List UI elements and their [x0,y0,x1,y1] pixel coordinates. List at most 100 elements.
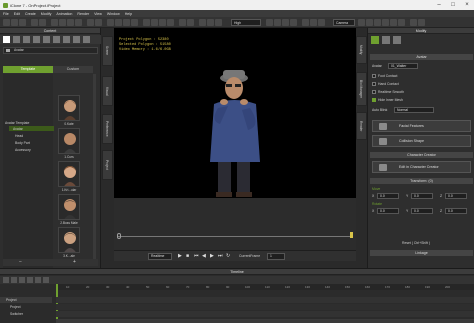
tab-custom[interactable]: Custom [53,66,93,73]
select-icon[interactable] [51,19,58,26]
section-transform[interactable]: Transform: (0) [370,178,473,184]
zoom-icon[interactable] [382,19,389,26]
camera-view-icon[interactable] [358,19,365,26]
project-icon[interactable] [3,36,10,43]
side-tab-project[interactable]: Project [102,150,113,180]
track-lane[interactable] [56,297,474,303]
reset-transform-button[interactable]: Reset ( Ctrl+Shift ) [402,241,430,245]
rotate-z-field[interactable]: 0.0 [445,208,467,214]
menu-view[interactable]: View [94,12,102,16]
redo-icon[interactable] [39,19,46,26]
hand-contact-checkbox[interactable] [372,82,376,86]
track-project-sub[interactable]: Project [0,304,52,310]
menu-modify[interactable]: Modify [41,12,52,16]
avatar-mode-icon[interactable] [371,36,379,44]
stop-icon[interactable]: ■ [186,253,189,259]
first-frame-icon[interactable]: ⏮ [194,253,199,259]
menu-edit[interactable]: Edit [14,12,20,16]
menu-help[interactable]: Help [125,12,132,16]
section-avatar[interactable]: Avatar [370,54,473,60]
realtime-smooth-checkbox[interactable] [372,90,376,94]
avatar-thumb-0[interactable] [58,95,80,121]
rotate-icon[interactable] [67,19,74,26]
next-frame-icon[interactable]: ▶ [210,253,214,259]
character-avatar[interactable] [184,66,284,198]
camera-select[interactable]: Camera [333,19,355,26]
scale-icon[interactable] [75,19,82,26]
realtime-select[interactable]: Realtime [148,253,172,260]
fps-icon[interactable] [282,19,289,26]
shadow-icon[interactable] [274,19,281,26]
new-project-icon[interactable] [3,19,10,26]
side-tab-preference[interactable]: Preference [102,114,113,144]
side-tab-render[interactable]: Render [356,112,367,140]
gizmo-icon[interactable] [87,19,94,26]
auto-blink-select[interactable]: Normal [394,107,434,113]
grid-icon[interactable] [215,19,222,26]
prev-frame-icon[interactable]: ◀ [202,253,206,259]
side-tab-modify[interactable]: Modify [356,36,367,64]
ibl-icon[interactable] [310,19,317,26]
preview-icon[interactable] [187,19,194,26]
3d-viewport[interactable]: Project Polygon : 52380 Selected Polygon… [114,28,356,198]
play-icon[interactable]: ▶ [178,253,182,259]
time-slider-track[interactable] [118,236,352,237]
scene-toggle-icon[interactable] [115,19,122,26]
visual-toggle-icon[interactable] [123,19,130,26]
layout-icon[interactable] [418,19,425,26]
character-icon[interactable] [143,19,150,26]
avatar-thumb-2[interactable] [58,161,80,187]
breadcrumb[interactable]: Avatar [3,47,98,54]
set-icon[interactable] [23,36,30,43]
avatar-thumb-1[interactable] [58,128,80,154]
close-button[interactable]: × [460,0,474,10]
last-frame-icon[interactable]: ⏭ [218,253,223,259]
track-project[interactable]: Project [0,297,52,303]
minimize-button[interactable]: – [432,0,446,10]
camera-content-icon[interactable] [63,36,70,43]
actor-icon[interactable] [33,36,40,43]
tree-item-accessory[interactable]: Accessory [15,148,31,152]
timeline-scrollbar[interactable] [56,319,474,323]
side-tab-visual[interactable]: Visual [102,76,113,106]
move-z-field[interactable]: 0.0 [445,193,467,199]
display-icon[interactable] [266,19,273,26]
avatar-thumb-3[interactable] [58,194,80,220]
snap-icon[interactable] [95,19,102,26]
facial-features-button[interactable]: Facial Features [372,120,471,132]
edit-in-cc-button[interactable]: Edit in Character Creator [372,161,471,173]
timeline-toggle-icon[interactable] [131,19,138,26]
remove-icon[interactable]: − [19,259,22,265]
foot-contact-checkbox[interactable] [372,74,376,78]
open-folder-icon[interactable] [11,19,18,26]
pan-icon[interactable] [366,19,373,26]
track-lane[interactable] [56,311,474,317]
light-icon[interactable] [159,19,166,26]
media-icon[interactable] [53,36,60,43]
section-linkage[interactable]: Linkage [370,250,473,256]
loop-icon[interactable]: ↻ [226,253,230,259]
quality-select[interactable]: High [231,19,261,26]
content-scrollbar[interactable] [93,74,96,259]
save-icon[interactable] [19,19,26,26]
maximize-button[interactable]: □ [446,0,460,10]
aa-icon[interactable] [290,19,297,26]
key-icon[interactable] [11,277,17,283]
track-switcher[interactable]: Switcher [0,311,52,317]
tree-item-avatar[interactable]: Avatar [13,127,23,131]
fit-view-icon[interactable] [390,19,397,26]
hide-inner-mesh-checkbox[interactable] [372,98,376,102]
animation-icon[interactable] [43,36,50,43]
current-frame-input[interactable]: 1 [267,253,285,260]
menu-render[interactable]: Render [77,12,89,16]
stage-icon[interactable] [13,36,20,43]
tree-item-avatar-template[interactable]: Avatar Template [5,121,29,125]
camera-tool-icon[interactable] [167,19,174,26]
track-list-icon[interactable] [3,277,9,283]
side-tab-bio-manager[interactable]: Bio Manager [356,72,367,106]
ao-icon[interactable] [318,19,325,26]
rotate-x-field[interactable]: 0.0 [377,208,399,214]
tab-template[interactable]: Template [3,66,53,73]
add-icon[interactable]: + [73,259,76,265]
audio-icon[interactable] [83,36,90,43]
